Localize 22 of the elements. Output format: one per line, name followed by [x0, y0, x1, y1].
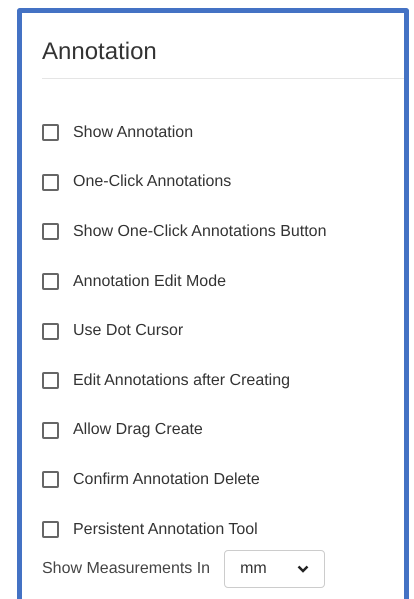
unit-select[interactable]: mm: [224, 550, 326, 588]
checkbox-label: Edit Annotations after Creating: [73, 370, 290, 391]
checkbox[interactable]: [42, 223, 59, 240]
checkbox[interactable]: [42, 174, 59, 191]
checkbox-label: Confirm Annotation Delete: [73, 470, 260, 490]
checkbox[interactable]: [42, 521, 59, 538]
checkbox-label: Show Annotation: [73, 122, 194, 143]
checkbox-label: Persistent Annotation Tool: [73, 520, 258, 540]
checkbox-label: Show One-Click Annotations Button: [73, 222, 326, 242]
checkbox-label: One-Click Annotations: [73, 172, 232, 192]
checkbox-label: Annotation Edit Mode: [73, 272, 226, 292]
checkbox[interactable]: [42, 372, 59, 390]
checkbox[interactable]: [42, 471, 59, 488]
measurement-label: Show Measurements In: [42, 559, 210, 580]
chevron-down-icon: [297, 565, 310, 574]
checkbox-label: Use Dot Cursor: [73, 321, 184, 342]
checkbox[interactable]: [42, 422, 59, 439]
panel-title: Annotation: [42, 38, 157, 65]
checkbox[interactable]: [42, 124, 59, 142]
checkbox-label: Allow Drag Create: [73, 420, 203, 440]
checkbox[interactable]: [42, 322, 59, 340]
checkbox[interactable]: [42, 273, 59, 290]
